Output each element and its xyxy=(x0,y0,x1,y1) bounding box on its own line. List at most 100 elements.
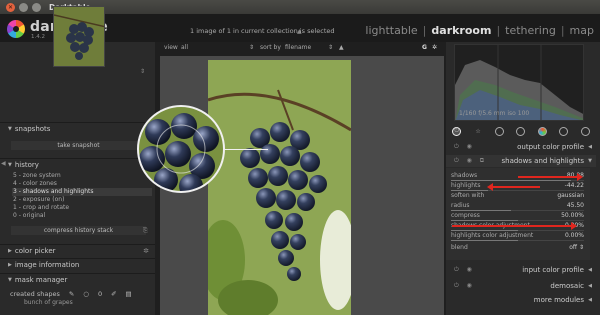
snapshots-title: snapshots xyxy=(14,124,51,133)
correct-group-icon[interactable] xyxy=(559,126,569,136)
module-controls-icon[interactable]: ⏻ ◉ xyxy=(454,266,475,274)
param-value: -44.22 xyxy=(564,182,584,189)
history-item[interactable]: 4 - color zones xyxy=(12,180,152,188)
view-map[interactable]: map xyxy=(570,24,594,37)
module-input-color-profile[interactable]: ⏻ ◉ input color profile ◀ xyxy=(446,264,596,276)
module-demosaic[interactable]: ⏻ ◉ demosaic ◀ xyxy=(446,280,596,292)
param-label: compress xyxy=(451,212,480,219)
module-group-bar: ⏻ ☆ xyxy=(446,124,596,138)
mask-manager-header[interactable]: ▼ mask manager xyxy=(0,273,155,285)
ellipse-shape-icon[interactable]: 0 xyxy=(98,290,102,298)
power-icon[interactable]: ⏻ xyxy=(452,126,462,136)
exif-info: 1/160 f/5.6 mm iso 100 xyxy=(459,110,530,117)
basic-group-icon[interactable] xyxy=(495,126,505,136)
sort-order-icon[interactable]: ▲ xyxy=(339,44,344,51)
chevron-down-icon[interactable]: ⇕ xyxy=(249,44,254,51)
path-shape-icon[interactable]: ✐ xyxy=(111,290,116,298)
main-image[interactable] xyxy=(208,60,351,315)
param-compress-slider[interactable]: compress 50.00% xyxy=(451,212,584,221)
minimize-window-button[interactable] xyxy=(19,2,28,12)
circle-shape-icon[interactable]: ○ xyxy=(83,290,89,298)
collapse-triangle-icon: ▼ xyxy=(8,125,12,132)
annotation-arrow-shadows xyxy=(518,173,583,181)
expand-triangle-icon: ▶ xyxy=(8,247,12,254)
view-separator: | xyxy=(422,24,427,37)
view-filter-select[interactable]: all xyxy=(181,44,188,51)
param-radius-slider[interactable]: radius 45.50 xyxy=(451,202,584,211)
module-shadows-and-highlights[interactable]: ⏻ ◉ ⧉ shadows and highlights ▼ xyxy=(446,155,596,167)
param-blend-select[interactable]: blend off ⇕ xyxy=(451,244,584,253)
param-soften-with-select[interactable]: soften with gaussian xyxy=(451,192,584,201)
history-item-selected[interactable]: 3 - shadows and highlights xyxy=(12,188,152,196)
more-modules-row[interactable]: more modules ◀ xyxy=(446,294,596,306)
slider-fill xyxy=(451,230,518,231)
blend-value: off xyxy=(569,244,578,251)
close-window-button[interactable]: ✕ xyxy=(6,2,15,12)
view-darkroom[interactable]: darkroom xyxy=(431,24,491,37)
favorites-star-icon[interactable]: ☆ xyxy=(474,127,483,136)
module-name: shadows and highlights xyxy=(501,157,584,165)
history-item[interactable]: 2 - exposure (on) xyxy=(12,196,152,204)
expand-triangle-icon: ▶ xyxy=(8,261,12,268)
chevron-down-icon[interactable]: ⇕ xyxy=(328,44,333,51)
slider-fill xyxy=(451,180,571,181)
thumbnail-expand-icon[interactable]: ⇕ xyxy=(140,68,145,75)
color-picker-title: color picker xyxy=(14,246,56,255)
view-tethering[interactable]: tethering xyxy=(505,24,556,37)
preset-gear-icon[interactable]: ✲ xyxy=(143,247,149,255)
gradient-shape-icon[interactable]: ▤ xyxy=(126,290,132,298)
module-name: demosaic xyxy=(550,282,584,290)
sort-by-select[interactable]: filename xyxy=(285,44,311,51)
param-value: 45.50 xyxy=(566,202,584,209)
history-create-style-icon[interactable]: ⎘ xyxy=(143,227,148,235)
image-information-header[interactable]: ▶ image information xyxy=(0,258,155,270)
param-value: off ⇕ xyxy=(569,244,584,251)
view-separator: | xyxy=(496,24,501,37)
module-output-color-profile[interactable]: ⏻ ◉ output color profile ◀ xyxy=(446,141,596,153)
shadows-highlights-params: shadows 80.88 highlights -44.22 soften w… xyxy=(446,168,590,260)
navigation-thumbnail[interactable] xyxy=(53,6,105,67)
tone-group-icon[interactable] xyxy=(516,126,526,136)
param-value: 50.00% xyxy=(561,212,584,219)
grouping-toggle[interactable]: G xyxy=(422,44,427,51)
history-header[interactable]: ▼ history xyxy=(0,158,155,170)
view-lighttable[interactable]: lighttable xyxy=(365,24,417,37)
image-information-title: image information xyxy=(14,260,80,269)
slider-fill xyxy=(451,220,518,221)
app-version: 1.4.2 xyxy=(31,34,45,40)
collapse-triangle-icon: ▼ xyxy=(8,276,12,283)
take-snapshot-button[interactable]: take snapshot xyxy=(10,140,147,151)
maximize-window-button[interactable] xyxy=(32,2,41,12)
module-name: more modules xyxy=(533,296,584,304)
color-group-icon[interactable] xyxy=(537,126,547,136)
history-item[interactable]: 0 - original xyxy=(12,212,152,220)
expand-triangle-icon: ◀ xyxy=(588,297,592,303)
created-shapes-label: created shapes xyxy=(10,290,60,298)
snapshots-header[interactable]: ▼ snapshots ✲ xyxy=(0,122,155,134)
history-item[interactable]: 5 - zone system xyxy=(12,172,152,180)
color-picker-header[interactable]: ▶ color picker ✲ xyxy=(0,244,155,256)
close-icon: ✕ xyxy=(7,3,14,11)
expand-triangle-icon: ◀ xyxy=(588,267,592,273)
compress-history-button[interactable]: compress history stack xyxy=(10,225,147,236)
preferences-gear-icon[interactable]: ✲ xyxy=(432,44,437,51)
view-switcher: lighttable | darkroom | tethering | map xyxy=(365,24,594,37)
module-controls-icon[interactable]: ⏻ ◉ xyxy=(454,282,475,290)
param-value: gaussian xyxy=(557,192,584,199)
mask-manager-title: mask manager xyxy=(14,275,68,284)
slider-fill xyxy=(451,190,489,191)
param-value: 0.00% xyxy=(564,232,584,239)
param-label: radius xyxy=(451,202,470,209)
mask-shape-item[interactable]: bunch of grapes xyxy=(24,299,73,306)
module-controls-icon[interactable]: ⏻ ◉ xyxy=(454,143,475,151)
brush-icon[interactable]: ✎ xyxy=(69,290,74,298)
param-label: soften with xyxy=(451,192,485,199)
module-controls-icon[interactable]: ⏻ ◉ ⧉ xyxy=(454,157,487,165)
view-separator: | xyxy=(560,24,565,37)
annotation-arrow-shadows-color xyxy=(452,222,577,230)
param-highlights-color-adjustment-slider[interactable]: highlights color adjustment 0.00% xyxy=(451,232,584,241)
effect-group-icon[interactable] xyxy=(580,126,590,136)
history-item[interactable]: 1 - crop and rotate xyxy=(12,204,152,212)
filter-bar: view all ⇕ sort by filename ⇕ ▲ G ✲ xyxy=(160,42,444,54)
created-shapes-row: created shapes ✎ ○ 0 ✐ ▤ xyxy=(10,290,150,298)
